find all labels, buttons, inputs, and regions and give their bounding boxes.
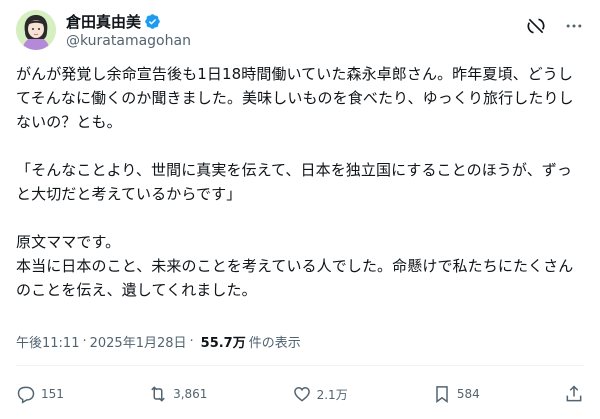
- repost-button[interactable]: 3,861: [148, 384, 207, 404]
- verified-badge-icon[interactable]: [144, 13, 161, 30]
- divider: [16, 365, 584, 366]
- tweet-text: がんが発覚し余命宣告後も1日18時間働いていた森永卓郎さん。昨年夏頃、どうしてそ…: [16, 65, 574, 299]
- tweet-time[interactable]: 午後11:11: [16, 332, 79, 351]
- repost-icon: [151, 386, 165, 402]
- author-display-name[interactable]: 倉田真由美: [66, 11, 141, 32]
- more-options-icon[interactable]: [564, 16, 584, 36]
- share-button[interactable]: [564, 384, 584, 404]
- meta-separator: ·: [82, 334, 87, 349]
- share-icon: [566, 385, 582, 402]
- avatar[interactable]: [16, 10, 56, 50]
- grok-icon[interactable]: [526, 16, 546, 36]
- bookmark-count: 584: [456, 387, 480, 401]
- author-handle[interactable]: @kuratamagohan: [66, 33, 191, 49]
- views-label: 件の表示: [248, 336, 301, 351]
- meta-separator-2: ·: [189, 334, 194, 349]
- heart-icon: [293, 386, 310, 402]
- repost-count: 3,861: [173, 387, 208, 401]
- reply-icon: [17, 386, 35, 404]
- tweet-date[interactable]: 2025年1月28日: [90, 332, 187, 351]
- author-names: 倉田真由美 @kuratamagohan: [66, 11, 191, 50]
- action-bar: 151 3,861 2.1万 584: [16, 382, 584, 406]
- reply-button[interactable]: 151: [16, 384, 64, 404]
- tweet-header: 倉田真由美 @kuratamagohan: [16, 10, 584, 54]
- like-button[interactable]: 2.1万: [292, 384, 348, 404]
- reply-count: 151: [41, 387, 64, 401]
- like-count: 2.1万: [316, 387, 348, 402]
- bookmark-button[interactable]: 584: [432, 384, 480, 404]
- tweet-metadata: 午後11:11 · 2025年1月28日 · 55.7万 件の表示: [16, 332, 301, 351]
- bookmark-icon: [436, 386, 448, 403]
- views-count[interactable]: 55.7万: [201, 332, 246, 351]
